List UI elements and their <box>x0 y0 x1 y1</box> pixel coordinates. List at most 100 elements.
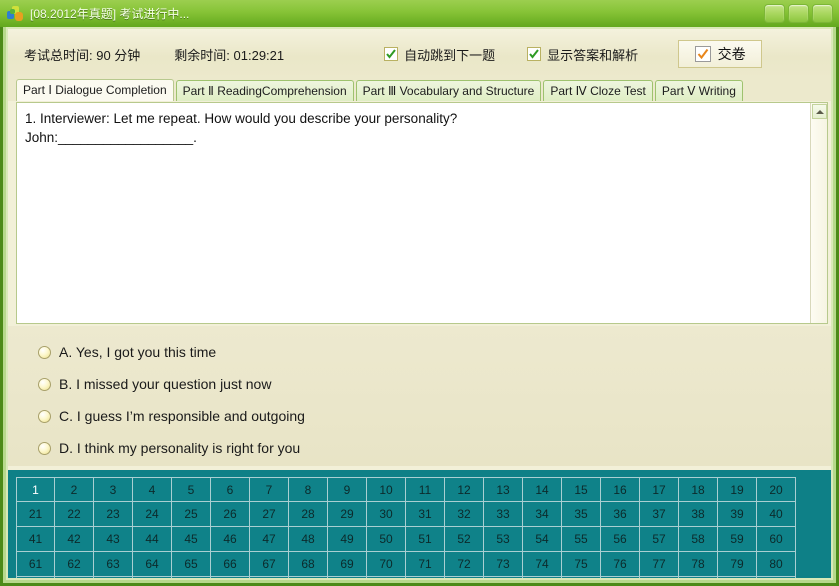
question-cell-68[interactable]: 68 <box>289 552 328 577</box>
question-cell-44[interactable]: 44 <box>133 527 172 552</box>
question-cell-51[interactable]: 51 <box>406 527 445 552</box>
question-cell-27[interactable]: 27 <box>250 502 289 527</box>
question-cell-75[interactable]: 75 <box>562 552 601 577</box>
question-cell-16[interactable]: 16 <box>601 477 640 502</box>
question-cell-9[interactable]: 9 <box>328 477 367 502</box>
question-cell-12[interactable]: 12 <box>445 477 484 502</box>
question-cell-31[interactable]: 31 <box>406 502 445 527</box>
question-cell-65[interactable]: 65 <box>172 552 211 577</box>
question-scrollbar[interactable] <box>810 103 827 323</box>
question-cell-48[interactable]: 48 <box>289 527 328 552</box>
maximize-button[interactable] <box>788 4 809 23</box>
question-cell-43[interactable]: 43 <box>94 527 133 552</box>
tab-part-1[interactable]: Part Ⅰ Dialogue Completion <box>16 79 174 101</box>
question-cell-50[interactable]: 50 <box>367 527 406 552</box>
tab-part-2[interactable]: Part Ⅱ ReadingComprehension <box>175 80 354 101</box>
question-cell-15[interactable]: 15 <box>562 477 601 502</box>
option-c[interactable]: C. I guess I’m responsible and outgoing <box>8 400 831 432</box>
question-cell-77[interactable]: 77 <box>640 552 679 577</box>
question-cell-83[interactable]: 83 <box>94 577 133 578</box>
question-cell-58[interactable]: 58 <box>679 527 718 552</box>
question-cell-59[interactable]: 59 <box>718 527 757 552</box>
question-cell-80[interactable]: 80 <box>757 552 796 577</box>
question-cell-37[interactable]: 37 <box>640 502 679 527</box>
option-b[interactable]: B. I missed your question just now <box>8 368 831 400</box>
question-cell-76[interactable]: 76 <box>601 552 640 577</box>
tab-part-5[interactable]: Part Ⅴ Writing <box>654 80 743 101</box>
question-cell-71[interactable]: 71 <box>406 552 445 577</box>
question-cell-28[interactable]: 28 <box>289 502 328 527</box>
radio-icon[interactable] <box>38 409 51 423</box>
question-cell-2[interactable]: 2 <box>55 477 94 502</box>
question-cell-18[interactable]: 18 <box>679 477 718 502</box>
close-button[interactable] <box>812 4 833 23</box>
question-cell-86[interactable]: 86 <box>211 577 250 578</box>
question-cell-19[interactable]: 19 <box>718 477 757 502</box>
question-cell-49[interactable]: 49 <box>328 527 367 552</box>
radio-icon[interactable] <box>38 377 51 391</box>
question-cell-6[interactable]: 6 <box>211 477 250 502</box>
question-cell-14[interactable]: 14 <box>523 477 562 502</box>
question-cell-74[interactable]: 74 <box>523 552 562 577</box>
question-cell-34[interactable]: 34 <box>523 502 562 527</box>
question-cell-72[interactable]: 72 <box>445 552 484 577</box>
question-cell-17[interactable]: 17 <box>640 477 679 502</box>
question-cell-13[interactable]: 13 <box>484 477 523 502</box>
scroll-up-button[interactable] <box>812 104 827 119</box>
question-cell-30[interactable]: 30 <box>367 502 406 527</box>
question-cell-32[interactable]: 32 <box>445 502 484 527</box>
question-cell-46[interactable]: 46 <box>211 527 250 552</box>
question-cell-23[interactable]: 23 <box>94 502 133 527</box>
question-cell-3[interactable]: 3 <box>94 477 133 502</box>
question-cell-4[interactable]: 4 <box>133 477 172 502</box>
question-cell-33[interactable]: 33 <box>484 502 523 527</box>
radio-icon[interactable] <box>38 345 51 359</box>
question-cell-11[interactable]: 11 <box>406 477 445 502</box>
question-cell-82[interactable]: 82 <box>55 577 94 578</box>
question-cell-22[interactable]: 22 <box>55 502 94 527</box>
auto-next-checkbox[interactable]: 自动跳到下一题 <box>384 45 495 64</box>
question-cell-47[interactable]: 47 <box>250 527 289 552</box>
question-cell-40[interactable]: 40 <box>757 502 796 527</box>
question-cell-1[interactable]: 1 <box>16 477 55 502</box>
option-a[interactable]: A. Yes, I got you this time <box>8 336 831 368</box>
question-cell-35[interactable]: 35 <box>562 502 601 527</box>
question-cell-55[interactable]: 55 <box>562 527 601 552</box>
question-cell-5[interactable]: 5 <box>172 477 211 502</box>
submit-exam-button[interactable]: 交卷 <box>678 40 763 68</box>
question-cell-7[interactable]: 7 <box>250 477 289 502</box>
tab-part-3[interactable]: Part Ⅲ Vocabulary and Structure <box>355 80 542 101</box>
question-cell-21[interactable]: 21 <box>16 502 55 527</box>
question-cell-56[interactable]: 56 <box>601 527 640 552</box>
radio-icon[interactable] <box>38 441 51 455</box>
question-cell-67[interactable]: 67 <box>250 552 289 577</box>
show-answer-checkbox[interactable]: 显示答案和解析 <box>527 45 638 64</box>
question-cell-70[interactable]: 70 <box>367 552 406 577</box>
question-cell-10[interactable]: 10 <box>367 477 406 502</box>
question-cell-85[interactable]: 85 <box>172 577 211 578</box>
question-cell-54[interactable]: 54 <box>523 527 562 552</box>
question-cell-45[interactable]: 45 <box>172 527 211 552</box>
question-cell-60[interactable]: 60 <box>757 527 796 552</box>
question-cell-62[interactable]: 62 <box>55 552 94 577</box>
question-cell-78[interactable]: 78 <box>679 552 718 577</box>
question-cell-63[interactable]: 63 <box>94 552 133 577</box>
tab-part-4[interactable]: Part Ⅳ Cloze Test <box>543 80 653 101</box>
option-d[interactable]: D. I think my personality is right for y… <box>8 432 831 464</box>
question-cell-25[interactable]: 25 <box>172 502 211 527</box>
question-cell-26[interactable]: 26 <box>211 502 250 527</box>
question-cell-29[interactable]: 29 <box>328 502 367 527</box>
question-cell-79[interactable]: 79 <box>718 552 757 577</box>
question-cell-66[interactable]: 66 <box>211 552 250 577</box>
question-cell-24[interactable]: 24 <box>133 502 172 527</box>
question-cell-64[interactable]: 64 <box>133 552 172 577</box>
question-cell-20[interactable]: 20 <box>757 477 796 502</box>
question-cell-53[interactable]: 53 <box>484 527 523 552</box>
question-cell-38[interactable]: 38 <box>679 502 718 527</box>
question-cell-42[interactable]: 42 <box>55 527 94 552</box>
question-cell-39[interactable]: 39 <box>718 502 757 527</box>
question-cell-84[interactable]: 84 <box>133 577 172 578</box>
question-cell-8[interactable]: 8 <box>289 477 328 502</box>
question-cell-52[interactable]: 52 <box>445 527 484 552</box>
question-cell-73[interactable]: 73 <box>484 552 523 577</box>
